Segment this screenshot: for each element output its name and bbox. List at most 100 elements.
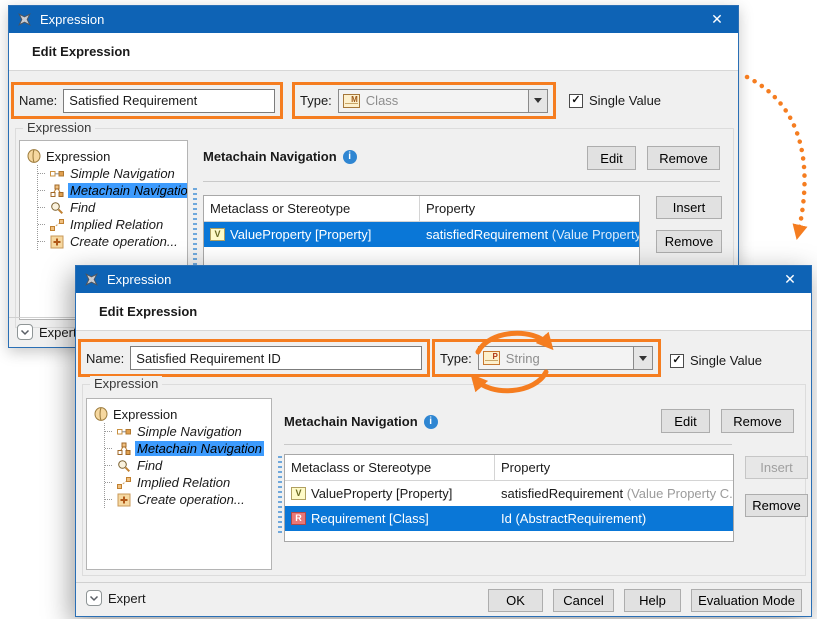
check-icon: ✓ bbox=[571, 95, 580, 106]
tree-item-create-operation[interactable]: Create operation... bbox=[38, 233, 187, 250]
column-property: Property bbox=[420, 201, 639, 216]
type-annotation-box: Type: P String bbox=[432, 339, 661, 377]
insert-button[interactable]: Insert bbox=[656, 196, 722, 219]
table-row[interactable]: R Requirement [Class] Id (AbstractRequir… bbox=[285, 506, 733, 531]
insert-button: Insert bbox=[745, 456, 808, 479]
property-cell: Id (AbstractRequirement) bbox=[501, 511, 646, 526]
check-icon: ✓ bbox=[672, 355, 681, 366]
remove-button[interactable]: Remove bbox=[647, 146, 720, 170]
string-type-icon: P bbox=[483, 351, 500, 365]
requirement-icon: R bbox=[291, 512, 306, 525]
expert-toggle[interactable]: Expert bbox=[17, 324, 77, 340]
tree-item-create-operation[interactable]: Create operation... bbox=[105, 491, 271, 508]
dropdown-button[interactable] bbox=[633, 347, 652, 369]
single-value-checkbox[interactable]: ✓ bbox=[670, 354, 684, 368]
cancel-button[interactable]: Cancel bbox=[553, 589, 614, 612]
name-input[interactable]: Satisfied Requirement ID bbox=[130, 346, 422, 370]
name-value: Satisfied Requirement bbox=[69, 93, 197, 108]
close-icon[interactable]: ✕ bbox=[696, 6, 738, 33]
name-value: Satisfied Requirement ID bbox=[136, 351, 281, 366]
panel-separator bbox=[203, 181, 720, 182]
tree-item-simple-navigation[interactable]: Simple Navigation bbox=[105, 423, 271, 440]
remove-row-button[interactable]: Remove bbox=[656, 230, 722, 253]
panel-title-text: Metachain Navigation bbox=[284, 414, 418, 429]
panel-title: Metachain Navigation i bbox=[203, 149, 357, 164]
value-property-icon: V bbox=[291, 487, 306, 500]
implied-relation-icon bbox=[50, 218, 64, 232]
type-value: Class bbox=[366, 93, 399, 108]
edit-button[interactable]: Edit bbox=[661, 409, 710, 433]
info-icon[interactable]: i bbox=[424, 415, 438, 429]
tree-root-label: Expression bbox=[113, 407, 177, 422]
column-property: Property bbox=[495, 460, 733, 475]
single-value-row: ✓ Single Value bbox=[569, 93, 661, 108]
type-annotation-box: Type: M Class bbox=[292, 82, 556, 119]
tree-root[interactable]: Expression bbox=[27, 147, 187, 165]
metachain-table: Metaclass or Stereotype Property V Value… bbox=[284, 454, 734, 542]
window-title: Expression bbox=[107, 272, 171, 287]
page-title: Edit Expression bbox=[99, 304, 197, 319]
help-button[interactable]: Help bbox=[624, 589, 681, 612]
footer-separator bbox=[76, 582, 811, 583]
find-icon bbox=[117, 459, 131, 473]
tree-item-metachain-navigation[interactable]: Metachain Navigation bbox=[105, 440, 271, 457]
single-value-checkbox[interactable]: ✓ bbox=[569, 94, 583, 108]
property-cell-suffix: (Value Property C... bbox=[623, 486, 733, 501]
expert-label: Expert bbox=[39, 325, 77, 340]
splitter-handle[interactable] bbox=[193, 188, 197, 268]
tree-item-implied-relation[interactable]: Implied Relation bbox=[38, 216, 187, 233]
metachain-table: Metaclass or Stereotype Property V Value… bbox=[203, 195, 640, 272]
find-icon bbox=[50, 201, 64, 215]
close-icon[interactable]: ✕ bbox=[769, 266, 811, 293]
screenshot-root: Expression ✕ Edit Expression Name: Satis… bbox=[0, 0, 817, 619]
tree-root[interactable]: Expression bbox=[94, 405, 271, 423]
titlebar[interactable]: Expression ✕ bbox=[76, 266, 811, 293]
chevron-down-icon bbox=[86, 590, 102, 606]
dropdown-button[interactable] bbox=[528, 90, 547, 112]
evaluation-mode-button[interactable]: Evaluation Mode bbox=[691, 589, 802, 612]
class-type-icon: M bbox=[343, 94, 360, 108]
remove-button[interactable]: Remove bbox=[721, 409, 794, 433]
groupbox-label: Expression bbox=[23, 120, 95, 135]
window-title: Expression bbox=[40, 12, 104, 27]
single-value-row: ✓ Single Value bbox=[670, 353, 762, 368]
property-cell: satisfiedRequirement bbox=[426, 227, 548, 242]
metaclass-cell: Requirement [Class] bbox=[311, 511, 429, 526]
table-row[interactable]: V ValueProperty [Property] satisfiedRequ… bbox=[204, 222, 639, 247]
tree-item-simple-navigation[interactable]: Simple Navigation bbox=[38, 165, 187, 182]
name-annotation-box: Name: Satisfied Requirement bbox=[11, 82, 283, 119]
panel-title-text: Metachain Navigation bbox=[203, 149, 337, 164]
tree-item-find[interactable]: Find bbox=[105, 457, 271, 474]
ok-button[interactable]: OK bbox=[488, 589, 543, 612]
single-value-label: Single Value bbox=[589, 93, 661, 108]
tree-root-label: Expression bbox=[46, 149, 110, 164]
tree-item-find[interactable]: Find bbox=[38, 199, 187, 216]
metaclass-cell: ValueProperty [Property] bbox=[311, 486, 452, 501]
edit-button[interactable]: Edit bbox=[587, 146, 636, 170]
panel-title: Metachain Navigation i bbox=[284, 414, 438, 429]
type-label: Type: bbox=[300, 93, 332, 108]
expert-toggle[interactable]: Expert bbox=[86, 590, 146, 606]
info-icon[interactable]: i bbox=[343, 150, 357, 164]
splitter-handle[interactable] bbox=[278, 456, 282, 536]
tree-item-metachain-navigation[interactable]: Metachain Navigation bbox=[38, 182, 187, 199]
type-combobox[interactable]: P String bbox=[478, 346, 653, 370]
expression-dialog-front: Expression ✕ Edit Expression Name: Satis… bbox=[75, 265, 812, 617]
panel-separator bbox=[284, 444, 732, 445]
titlebar[interactable]: Expression ✕ bbox=[9, 6, 738, 33]
remove-row-button[interactable]: Remove bbox=[745, 494, 808, 517]
metachain-navigation-icon bbox=[117, 442, 131, 456]
app-logo-icon bbox=[84, 272, 99, 287]
chevron-down-icon bbox=[17, 324, 33, 340]
type-value: String bbox=[506, 351, 540, 366]
page-title: Edit Expression bbox=[32, 44, 130, 59]
tree-item-implied-relation[interactable]: Implied Relation bbox=[105, 474, 271, 491]
create-operation-icon bbox=[117, 493, 131, 507]
simple-navigation-icon bbox=[117, 425, 131, 439]
type-combobox[interactable]: M Class bbox=[338, 89, 548, 113]
name-input[interactable]: Satisfied Requirement bbox=[63, 89, 275, 113]
table-row[interactable]: V ValueProperty [Property] satisfiedRequ… bbox=[285, 481, 733, 506]
single-value-label: Single Value bbox=[690, 353, 762, 368]
groupbox-label: Expression bbox=[90, 376, 162, 391]
column-metaclass: Metaclass or Stereotype bbox=[204, 196, 420, 221]
